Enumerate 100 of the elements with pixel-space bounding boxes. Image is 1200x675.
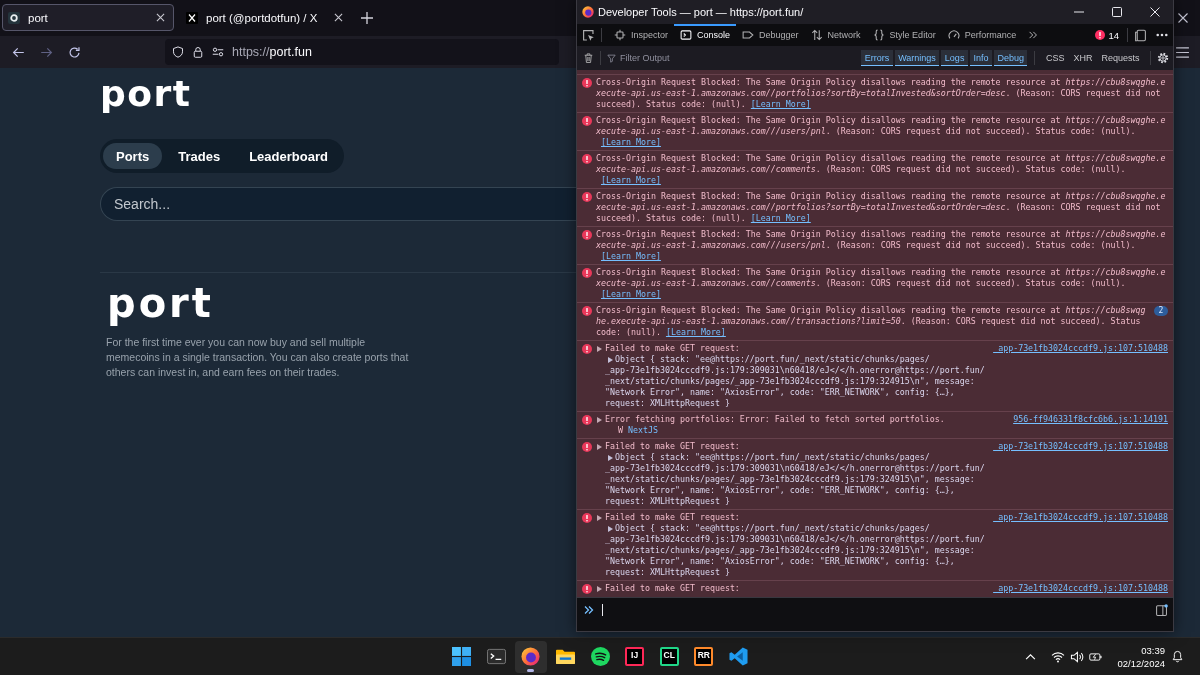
error-message: Cross-Origin Request Blocked: The Same Origin Policy disallows reading the remote resource at https://cbu8swqghe.execute-api.us-east-1.amazonaws.com//comments. (Reason: CORS request did not succeed). Status code: (null). [Learn More] [596,153,1166,186]
learn-more-link[interactable]: [Learn More] [665,327,726,338]
ring-favicon-icon [8,11,20,24]
error-icon [582,583,592,594]
source-link[interactable]: 956-ff946331f8cfc6b6.js:1:14191 [1013,414,1168,425]
filter-toggle[interactable]: Logs [941,50,968,66]
object-preview[interactable]: Object { stack: "ee@https://port.fun/_next/static/chunks/pages/ _app-73e1fb3024cccdf9.js:179:309031\n60418/eJ</</h.onerror@https://port.fun/ _next/static/chunks/pages/_app-73e1fb3024cccdf9.js:179:324915\n", message: "Network Error", name: "AxiosError", code: "ERR_NETWORK", config: {…}, request: XMLHttpRequest } [605,452,1168,507]
round-logo-icon [521,647,541,666]
clock-time: 03:39 [1141,643,1165,657]
nav-tab[interactable]: Ports [103,143,163,169]
expand-triangle-icon[interactable] [597,443,602,450]
app-logo: RR [694,647,714,666]
close-icon[interactable] [1150,7,1160,17]
error-icon [582,191,592,202]
source-link[interactable]: _app-73e1fb3024cccdf9.js:107:510488 [993,583,1168,594]
expand-triangle-icon[interactable] [597,585,602,592]
arrow-left-icon[interactable] [12,45,25,59]
settings-icon[interactable] [1157,52,1169,64]
lock-icon[interactable] [192,46,204,58]
search-field[interactable]: Search... [100,187,576,221]
expand-triangle-icon[interactable] [608,454,613,461]
ribbon-logo-icon [728,647,748,666]
filter-toggle[interactable]: Warnings [894,50,940,66]
learn-more-link[interactable]: [Learn More] [750,99,811,110]
prompt-chevrons-icon [584,605,594,615]
plus-icon[interactable] [361,12,373,24]
sound-waves-logo-icon [590,647,610,666]
sidebar-toggle-icon[interactable] [1156,604,1168,616]
error-icon [582,77,592,88]
shield-icon[interactable] [172,46,184,58]
bell-icon[interactable] [1172,650,1183,663]
learn-more-link[interactable]: [Learn More] [601,175,661,186]
error-icon [582,153,592,164]
expand-triangle-icon[interactable] [597,345,602,352]
app-logo: IJ [625,647,645,666]
inspector-box-icon [614,29,626,41]
close-icon[interactable] [1178,13,1188,23]
learn-more-link[interactable]: [Learn More] [601,137,661,148]
terminal-prompt-icon [680,29,693,41]
source-link[interactable]: _app-73e1fb3024cccdf9.js:107:510488 [993,441,1168,452]
filter-toggle[interactable]: Errors [861,50,893,66]
source-link[interactable]: _app-73e1fb3024cccdf9.js:107:510488 [993,343,1168,354]
devtools-tab[interactable]: Style Editor [866,24,942,46]
devtools-tab[interactable]: Inspector [608,24,675,46]
speaker-icon[interactable] [1070,650,1085,663]
reload-icon[interactable] [68,45,81,59]
taskbar-app-button[interactable]: RR [687,640,720,673]
browser-tab[interactable]: port (@portdotfun) / X [180,4,352,31]
expand-triangle-icon[interactable] [608,356,613,363]
repeat-count-badge: 2 [1154,305,1168,316]
text-cursor-icon [602,604,603,616]
site-logo[interactable]: port [100,76,192,112]
maximize-icon[interactable] [1112,7,1122,17]
learn-more-link[interactable]: [Learn More] [750,213,811,224]
taskbar-app-button[interactable] [514,640,547,673]
error-icon [582,512,592,523]
menu-icon[interactable] [1176,46,1189,58]
stack-frame-location[interactable]: NextJS [628,425,658,435]
battery-icon[interactable] [1089,650,1104,663]
nav-tab[interactable]: Leaderboard [236,143,341,169]
expand-triangle-icon[interactable] [608,525,613,532]
expand-triangle-icon[interactable] [597,514,602,521]
error-message: Failed to make GET request: [605,343,741,354]
taskbar-app-button[interactable]: IJ [618,640,651,673]
close-icon[interactable] [156,13,165,22]
error-message: Failed to make GET request: [605,583,741,594]
address-field[interactable]: https://port.fun [165,39,559,65]
trash-icon[interactable] [583,52,594,64]
close-icon[interactable] [334,13,343,22]
object-preview[interactable]: Object { stack: "ee@https://port.fun/_next/static/chunks/pages/ _app-73e1fb3024cccdf9.js:179:309031\n60418/eJ</</h.onerror@https://port.fun/ _next/static/chunks/pages/_app-73e1fb3024cccdf9.js:179:324915\n", message: "Network Error", name: "AxiosError", code: "ERR_NETWORK", config: {…}, request: XMLHttpRequest } [605,523,1168,578]
taskbar-app-button[interactable]: CL [653,640,686,673]
devtools-tab[interactable]: Network [804,24,867,46]
error-icon [582,343,592,354]
filter-toggle[interactable]: Debug [993,50,1028,66]
browser-tab[interactable]: port [2,4,174,31]
chevron-up-icon[interactable] [1025,653,1037,660]
wifi-icon[interactable] [1051,650,1066,663]
element-picker-icon[interactable] [582,28,595,42]
filter-toggle[interactable]: Info [969,50,992,66]
filter-toggle[interactable]: CSS [1042,50,1068,66]
error-message: Error fetching portfolios: Error: Failed to fetch sorted portfolios. [605,414,946,425]
sliders-icon[interactable] [212,46,224,58]
error-icon [1095,30,1106,40]
filter-field[interactable]: Filter Output [620,53,710,63]
console-input[interactable] [577,597,1173,631]
learn-more-link[interactable]: [Learn More] [601,289,661,300]
source-link[interactable]: _app-73e1fb3024cccdf9.js:107:510488 [993,512,1168,523]
dock-windows-icon[interactable] [1134,28,1147,42]
devtools-tab[interactable]: Performance [941,24,1023,46]
filter-toggle[interactable]: XHR [1069,50,1096,66]
error-message: Cross-Origin Request Blocked: The Same Origin Policy disallows reading the remote resource at https://cbu8swqghe.execute-api.us-east-1.amazonaws.com//portfolios?sortBy=totalInvested&sortOrder=desc. (Reason: CORS request did not succeed). Status code: (null). [Learn More] [596,77,1166,110]
more-icon[interactable] [1156,33,1168,37]
learn-more-link[interactable]: [Learn More] [601,251,661,262]
devtools-tab[interactable]: Debugger [736,24,805,46]
object-preview[interactable]: Object { stack: "ee@https://port.fun/_next/static/chunks/pages/ _app-73e1fb3024cccdf9.js:179:309031\n60418/eJ</</h.onerror@https://port.fun/ _next/static/chunks/pages/_app-73e1fb3024cccdf9.js:179:324915\n", message: "Network Error", name: "AxiosError", code: "ERR_NETWORK", config: {…}, request: XMLHttpRequest } [605,354,1168,409]
expand-triangle-icon[interactable] [597,416,602,423]
error-count-button[interactable]: 14 [1093,29,1121,41]
double-chevron-icon[interactable] [1028,30,1039,40]
nav-tab[interactable]: Trades [165,143,234,169]
filter-toggle[interactable]: Requests [1097,50,1143,66]
